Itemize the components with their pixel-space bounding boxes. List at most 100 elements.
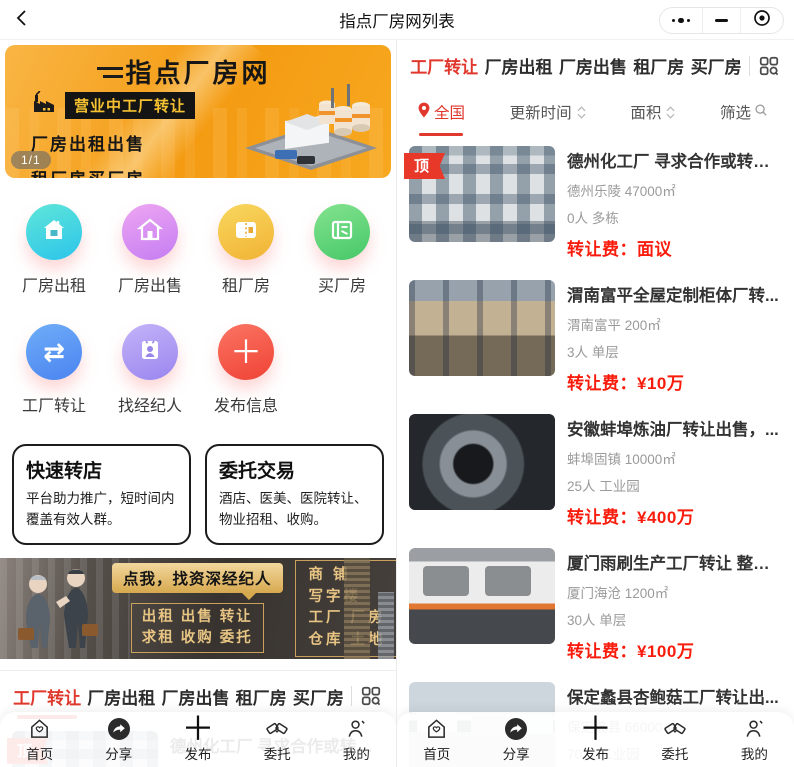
house-sale-icon	[136, 216, 164, 249]
left-panel: 指点厂房网 营业中工厂转让 厂房出租出售 租厂房买厂房 1/1	[0, 40, 397, 767]
chevron-left-icon	[12, 8, 32, 33]
banner-page-indicator: 1/1	[11, 151, 51, 169]
listing-title: 保定蠡县杏鲍菇工厂转让出...	[567, 684, 782, 708]
listing-location: 渭南富平 200㎡	[567, 314, 782, 334]
filter-sort-area[interactable]: 面积	[630, 101, 675, 123]
search-icon	[754, 103, 768, 122]
tab-factory-transfer[interactable]: 工厂转让	[13, 684, 81, 709]
listing-price: 转让费：¥100万	[567, 637, 782, 662]
listing-title: 安徽蚌埠炼油厂转让出售，...	[567, 416, 782, 440]
tab-buy-factory[interactable]: 买厂房	[691, 53, 742, 78]
tabbar-share[interactable]: 分享	[476, 712, 555, 767]
more-button[interactable]	[660, 8, 703, 33]
tabbar-publish[interactable]: ＋ 发布	[556, 712, 635, 767]
navbar: 指点厂房网列表	[0, 0, 794, 40]
tab-factory-rent[interactable]: 厂房出租	[485, 53, 553, 78]
tabbar-publish[interactable]: ＋ 发布	[158, 712, 237, 767]
category-grid-icon[interactable]	[360, 685, 382, 707]
tabbar-entrust[interactable]: 委托	[238, 712, 317, 767]
building-silhouette	[344, 558, 370, 659]
profile-icon	[743, 716, 766, 741]
quicknav-factory-sale[interactable]: 厂房出售	[102, 204, 198, 296]
building-silhouette	[378, 592, 394, 659]
category-grid-icon[interactable]	[758, 55, 780, 77]
filter-advanced[interactable]: 筛选	[720, 101, 768, 123]
swap-arrows-icon: ⇄	[43, 339, 65, 365]
quick-nav-grid: 厂房出租 厂房出售 租厂房 买厂房 ⇄	[0, 178, 396, 434]
page-title: 指点厂房网列表	[339, 8, 455, 32]
tabbar-home[interactable]: 首页	[0, 712, 79, 767]
listing-meta: 3人 单层	[567, 341, 782, 361]
promo-card-quick-transfer[interactable]: 快速转店 平台助力推广，短时间内覆盖有效人群。	[12, 444, 191, 545]
tabbar-home[interactable]: 首页	[397, 712, 476, 767]
listing-location: 厦门海沧 1200㎡	[567, 582, 782, 602]
app-screen: 指点厂房网列表 指点厂房网	[0, 0, 794, 767]
quicknav-factory-rent[interactable]: 厂房出租	[6, 204, 102, 296]
share-icon	[504, 716, 528, 741]
filter-region[interactable]: 全国	[417, 101, 465, 123]
listing-title: 厦门雨刷生产工厂转让 整体...	[567, 550, 782, 574]
home-icon	[425, 716, 448, 741]
top-badge: 顶	[404, 153, 445, 179]
quicknav-factory-transfer[interactable]: ⇄ 工厂转让	[6, 324, 102, 416]
rent-factory-icon	[232, 216, 260, 249]
tab-buy-factory[interactable]: 买厂房	[293, 684, 344, 709]
tab-factory-rent[interactable]: 厂房出租	[87, 684, 155, 709]
tabbar-entrust[interactable]: 委托	[635, 712, 714, 767]
miniprogram-capsule	[659, 7, 785, 34]
location-pin-icon	[417, 102, 431, 123]
listing-row[interactable]: 顶 德州化工厂 寻求合作或转让... 德州乐陵 47000㎡ 0人 多栋 转让费…	[397, 136, 794, 270]
listing-photo: 顶	[409, 146, 555, 242]
close-home-button[interactable]	[740, 8, 783, 33]
quicknav-publish[interactable]: ＋ 发布信息	[198, 324, 294, 416]
listing-price: 转让费：¥10万	[567, 369, 782, 394]
tab-factory-sale[interactable]: 厂房出售	[559, 53, 627, 78]
quicknav-buy-factory[interactable]: 买厂房	[294, 204, 390, 296]
broker-banner[interactable]: 点我，找资深经纪人 出租 出售 转让 求租 收购 委托 商 铺 写字楼 工厂 厂…	[0, 558, 396, 659]
listing-row[interactable]: 渭南富平全屋定制柜体厂转... 渭南富平 200㎡ 3人 单层 转让费：¥10万	[397, 270, 794, 404]
listing-price: 转让费：¥400万	[567, 503, 782, 528]
bottom-tabbar-left: 首页 分享 ＋ 发布 委托 我的	[0, 712, 396, 767]
target-circle-icon	[753, 9, 771, 32]
listing-meta: 25人 工业园	[567, 475, 782, 495]
back-button[interactable]	[10, 8, 34, 32]
divider	[351, 686, 352, 706]
quicknav-find-broker[interactable]: 找经纪人	[102, 324, 198, 416]
share-icon	[107, 716, 131, 741]
listing-meta: 0人 多栋	[567, 207, 782, 227]
tabbar-profile[interactable]: 我的	[317, 712, 396, 767]
listing-row[interactable]: 厦门雨刷生产工厂转让 整体... 厦门海沧 1200㎡ 30人 单层 转让费：¥…	[397, 538, 794, 672]
filter-sort-time[interactable]: 更新时间	[510, 101, 586, 123]
listing-photo	[409, 280, 555, 376]
more-dots-icon	[672, 18, 691, 24]
handshake-icon	[663, 716, 687, 741]
tab-factory-transfer[interactable]: 工厂转让	[410, 53, 478, 78]
broker-text-block: 点我，找资深经纪人 出租 出售 转让 求租 收购 委托	[112, 563, 283, 653]
right-panel: 工厂转让 厂房出租 厂房出售 租厂房 买厂房 全国 更新时间	[397, 40, 794, 767]
hero-banner[interactable]: 指点厂房网 营业中工厂转让 厂房出租出售 租厂房买厂房 1/1	[5, 45, 391, 178]
tab-rent-factory[interactable]: 租厂房	[633, 53, 684, 78]
publish-plus-icon: ＋	[579, 716, 612, 741]
handshake-icon	[265, 716, 289, 741]
listing-meta: 30人 单层	[567, 609, 782, 629]
divider	[749, 56, 750, 76]
tab-factory-sale[interactable]: 厂房出售	[161, 684, 229, 709]
broker-bubble: 点我，找资深经纪人	[112, 563, 283, 593]
plus-icon: ＋	[230, 336, 262, 368]
hero-line2: 厂房出租出售	[31, 130, 195, 155]
tabbar-profile[interactable]: 我的	[715, 712, 794, 767]
businessmen-illustration	[8, 562, 108, 654]
quicknav-rent-factory[interactable]: 租厂房	[198, 204, 294, 296]
tabbar-share[interactable]: 分享	[79, 712, 158, 767]
listing-row[interactable]: 安徽蚌埠炼油厂转让出售，... 蚌埠固镇 10000㎡ 25人 工业园 转让费：…	[397, 404, 794, 538]
listing-location: 德州乐陵 47000㎡	[567, 180, 782, 200]
minimize-button[interactable]	[702, 8, 740, 33]
promo-card-entrusted-trade[interactable]: 委托交易 酒店、医美、医院转让、物业招租、收购。	[205, 444, 384, 545]
hero-status-badge: 营业中工厂转让	[65, 92, 195, 119]
broker-person-icon	[137, 337, 163, 368]
listing-location: 蚌埠固镇 10000㎡	[567, 448, 782, 468]
factory-illustration	[235, 76, 387, 176]
publish-plus-icon: ＋	[182, 716, 215, 741]
house-rent-icon	[40, 216, 68, 249]
tab-rent-factory[interactable]: 租厂房	[236, 684, 287, 709]
